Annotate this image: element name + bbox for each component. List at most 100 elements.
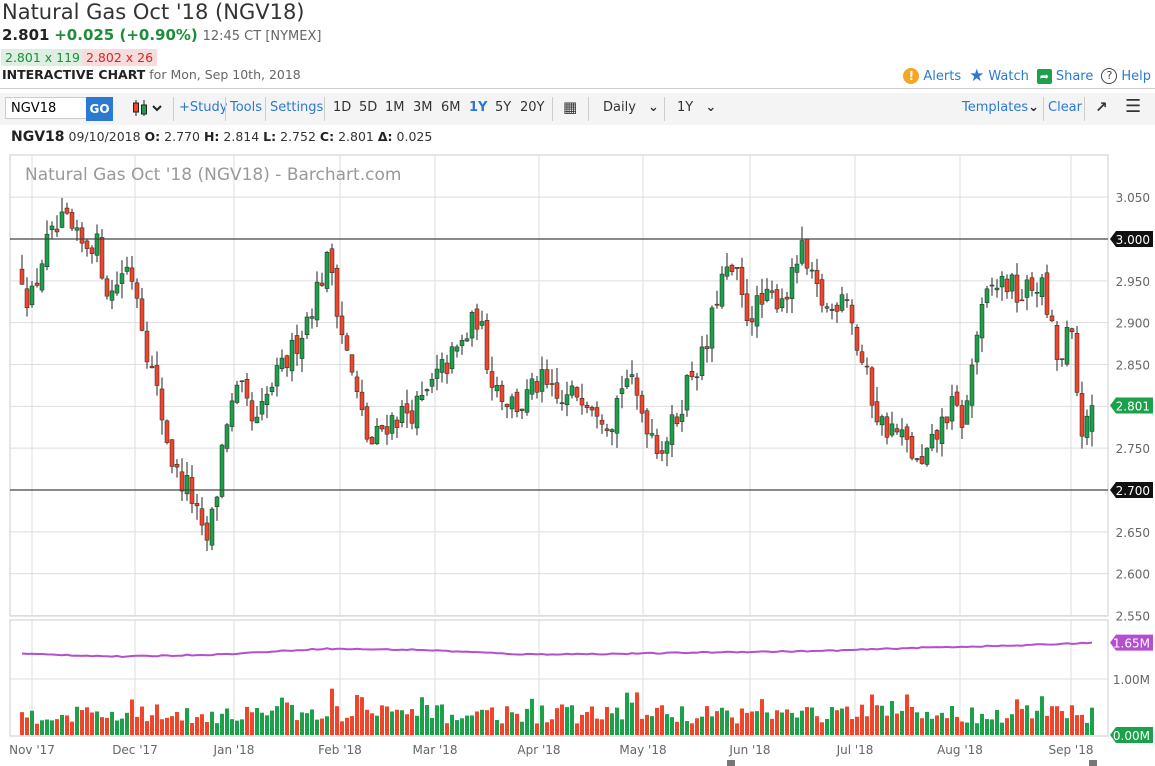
volume-bar <box>870 694 874 735</box>
volume-bar <box>30 710 34 735</box>
candle-up <box>304 316 310 335</box>
candle-down <box>634 377 640 396</box>
candle-up <box>314 281 320 321</box>
candle-up <box>239 380 245 382</box>
x-tick-label: Aug '18 <box>937 743 983 757</box>
last-price-label: 2.801 <box>1116 400 1150 414</box>
candle-up <box>449 346 455 370</box>
candle-up <box>1034 292 1040 294</box>
volume-bar <box>840 708 844 735</box>
candle-down <box>874 401 880 423</box>
candle-up <box>274 365 280 387</box>
candle-down <box>544 369 550 385</box>
x-tick-label: Feb '18 <box>318 743 362 757</box>
volume-bar <box>125 712 129 735</box>
volume-bar <box>215 723 219 735</box>
candle-down <box>364 406 370 440</box>
volume-bar <box>650 716 654 735</box>
volume-bar <box>810 707 814 735</box>
candle-up <box>109 290 115 301</box>
volume-bar <box>730 717 734 735</box>
volume-bar <box>185 708 189 735</box>
candle-down <box>144 330 150 363</box>
volume-bar <box>850 719 854 735</box>
candle-down <box>514 391 520 412</box>
candle-down <box>1074 333 1080 393</box>
candle-up <box>679 413 685 422</box>
volume-bar <box>485 710 489 735</box>
candle-down <box>904 426 910 440</box>
volume-bar <box>865 716 869 735</box>
candle-up <box>799 240 805 264</box>
candle-up <box>399 406 405 423</box>
candle-up <box>809 269 815 272</box>
volume-bar <box>160 719 164 735</box>
volume-bar <box>1045 715 1049 735</box>
volume-bar <box>875 705 879 735</box>
volume-bar <box>240 719 244 735</box>
scroll-handle-right <box>1089 760 1097 766</box>
candle-down <box>759 292 765 305</box>
y-tick-label: 2.550 <box>1116 610 1150 624</box>
volume-bar <box>575 723 579 735</box>
volume-bar <box>815 716 819 735</box>
volume-bar <box>280 697 284 735</box>
candle-down <box>294 335 300 354</box>
candle-up <box>374 425 380 445</box>
volume-bar <box>245 706 249 735</box>
candle-down <box>704 346 710 349</box>
candle-up <box>614 398 620 434</box>
volume-bar <box>855 716 859 735</box>
candle-up <box>789 267 795 299</box>
candle-up <box>724 266 730 277</box>
candle-up <box>39 263 45 291</box>
volume-bar <box>1035 710 1039 735</box>
volume-bar <box>830 707 834 735</box>
candle-down <box>394 419 400 428</box>
candle-up <box>94 233 100 256</box>
volume-bar <box>785 709 789 735</box>
volume-bar <box>775 710 779 735</box>
candle-down <box>574 387 580 398</box>
volume-bar <box>905 694 909 735</box>
candle-up <box>184 475 190 495</box>
volume-bar <box>970 707 974 735</box>
x-tick-label: Jan '18 <box>213 743 255 757</box>
volume-bar <box>960 721 964 735</box>
volume-bar <box>880 705 884 735</box>
candle-down <box>174 463 180 468</box>
candle-up <box>264 393 270 406</box>
volume-bar <box>475 711 479 735</box>
volume-bar <box>325 716 329 735</box>
candle-down <box>729 264 735 272</box>
candle-down <box>19 268 25 285</box>
volume-bar <box>600 719 604 735</box>
volume-bar <box>180 720 184 735</box>
volume-bar <box>415 715 419 735</box>
candle-down <box>24 288 30 308</box>
volume-bar <box>370 713 374 735</box>
candle-down <box>1014 274 1020 303</box>
volume-bar <box>45 719 49 735</box>
candle-down <box>749 318 755 323</box>
candle-up <box>684 375 690 411</box>
candle-down <box>474 308 480 330</box>
volume-bar <box>770 718 774 735</box>
price-chart[interactable]: 3.0502.9502.9002.8502.8002.7502.6502.600… <box>0 0 1155 766</box>
volume-bar <box>805 707 809 735</box>
candle-down <box>149 365 155 369</box>
candle-up <box>119 273 125 284</box>
candle-up <box>709 307 715 349</box>
x-tick-label: Mar '18 <box>412 743 457 757</box>
candle-down <box>654 435 660 454</box>
candle-up <box>224 424 230 449</box>
volume-bar <box>510 712 514 735</box>
volume-bar <box>175 711 179 735</box>
volume-bar <box>430 717 434 735</box>
candle-up <box>924 447 930 465</box>
candle-up <box>939 416 945 444</box>
volume-bar <box>965 722 969 735</box>
candle-down <box>444 362 450 374</box>
candle-down <box>849 304 855 324</box>
volume-bar <box>630 702 634 735</box>
